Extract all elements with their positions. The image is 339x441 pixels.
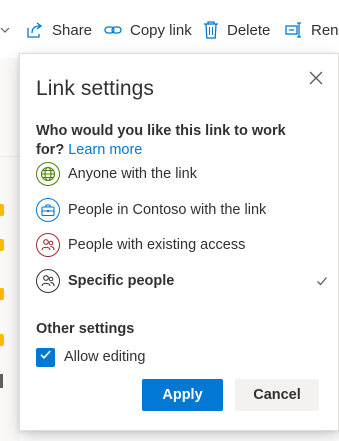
rename-icon <box>285 21 303 39</box>
close-icon <box>308 71 324 90</box>
link-settings-panel: Link settings Who would you like this li… <box>19 53 339 431</box>
option-anyone[interactable]: Anyone with the link <box>36 160 328 188</box>
folder-icon <box>0 334 4 346</box>
copy-link-label: Copy link <box>130 21 192 39</box>
close-button[interactable] <box>308 70 324 86</box>
briefcase-icon <box>36 198 60 222</box>
file-list-background <box>0 58 20 441</box>
share-label: Share <box>52 21 93 39</box>
learn-more-link[interactable]: Learn more <box>68 142 142 158</box>
command-bar: Share Copy link Delete Ren <box>0 0 339 59</box>
rename-label: Rena <box>311 21 339 39</box>
option-label: Anyone with the link <box>68 166 197 182</box>
more-chevron-icon[interactable] <box>0 14 10 46</box>
option-label: Specific people <box>68 273 175 289</box>
option-existing-access[interactable]: People with existing access <box>36 231 328 259</box>
rename-button[interactable]: Rena <box>285 14 339 46</box>
link-icon <box>104 21 122 39</box>
share-button[interactable]: Share <box>26 14 92 46</box>
delete-label: Delete <box>227 21 271 39</box>
allow-editing-row[interactable]: Allow editing <box>36 346 145 368</box>
allow-editing-checkbox[interactable] <box>36 347 55 367</box>
checkmark-icon <box>39 348 52 366</box>
list-divider <box>0 156 20 157</box>
panel-title: Link settings <box>36 77 155 100</box>
trash-icon <box>203 21 219 39</box>
globe-icon <box>36 162 60 186</box>
option-organization[interactable]: People in Contoso with the link <box>36 196 328 224</box>
copy-link-button[interactable]: Copy link <box>104 14 192 46</box>
allow-editing-label: Allow editing <box>64 349 146 365</box>
cancel-button[interactable]: Cancel <box>235 379 319 411</box>
selected-check-icon <box>316 274 328 292</box>
apply-button[interactable]: Apply <box>142 379 223 411</box>
people-icon <box>36 269 60 293</box>
delete-button[interactable]: Delete <box>203 14 270 46</box>
people-icon <box>36 233 60 257</box>
option-label: People in Contoso with the link <box>68 202 267 218</box>
folder-icon <box>0 204 4 216</box>
option-specific-people[interactable]: Specific people <box>36 267 328 295</box>
folder-icon <box>0 288 4 300</box>
folder-icon <box>0 239 4 251</box>
option-label: People with existing access <box>68 237 246 253</box>
audience-question: Who would you like this link to work for… <box>36 122 296 160</box>
share-icon <box>26 21 44 39</box>
other-settings-heading: Other settings <box>36 321 135 337</box>
document-icon <box>0 374 3 388</box>
